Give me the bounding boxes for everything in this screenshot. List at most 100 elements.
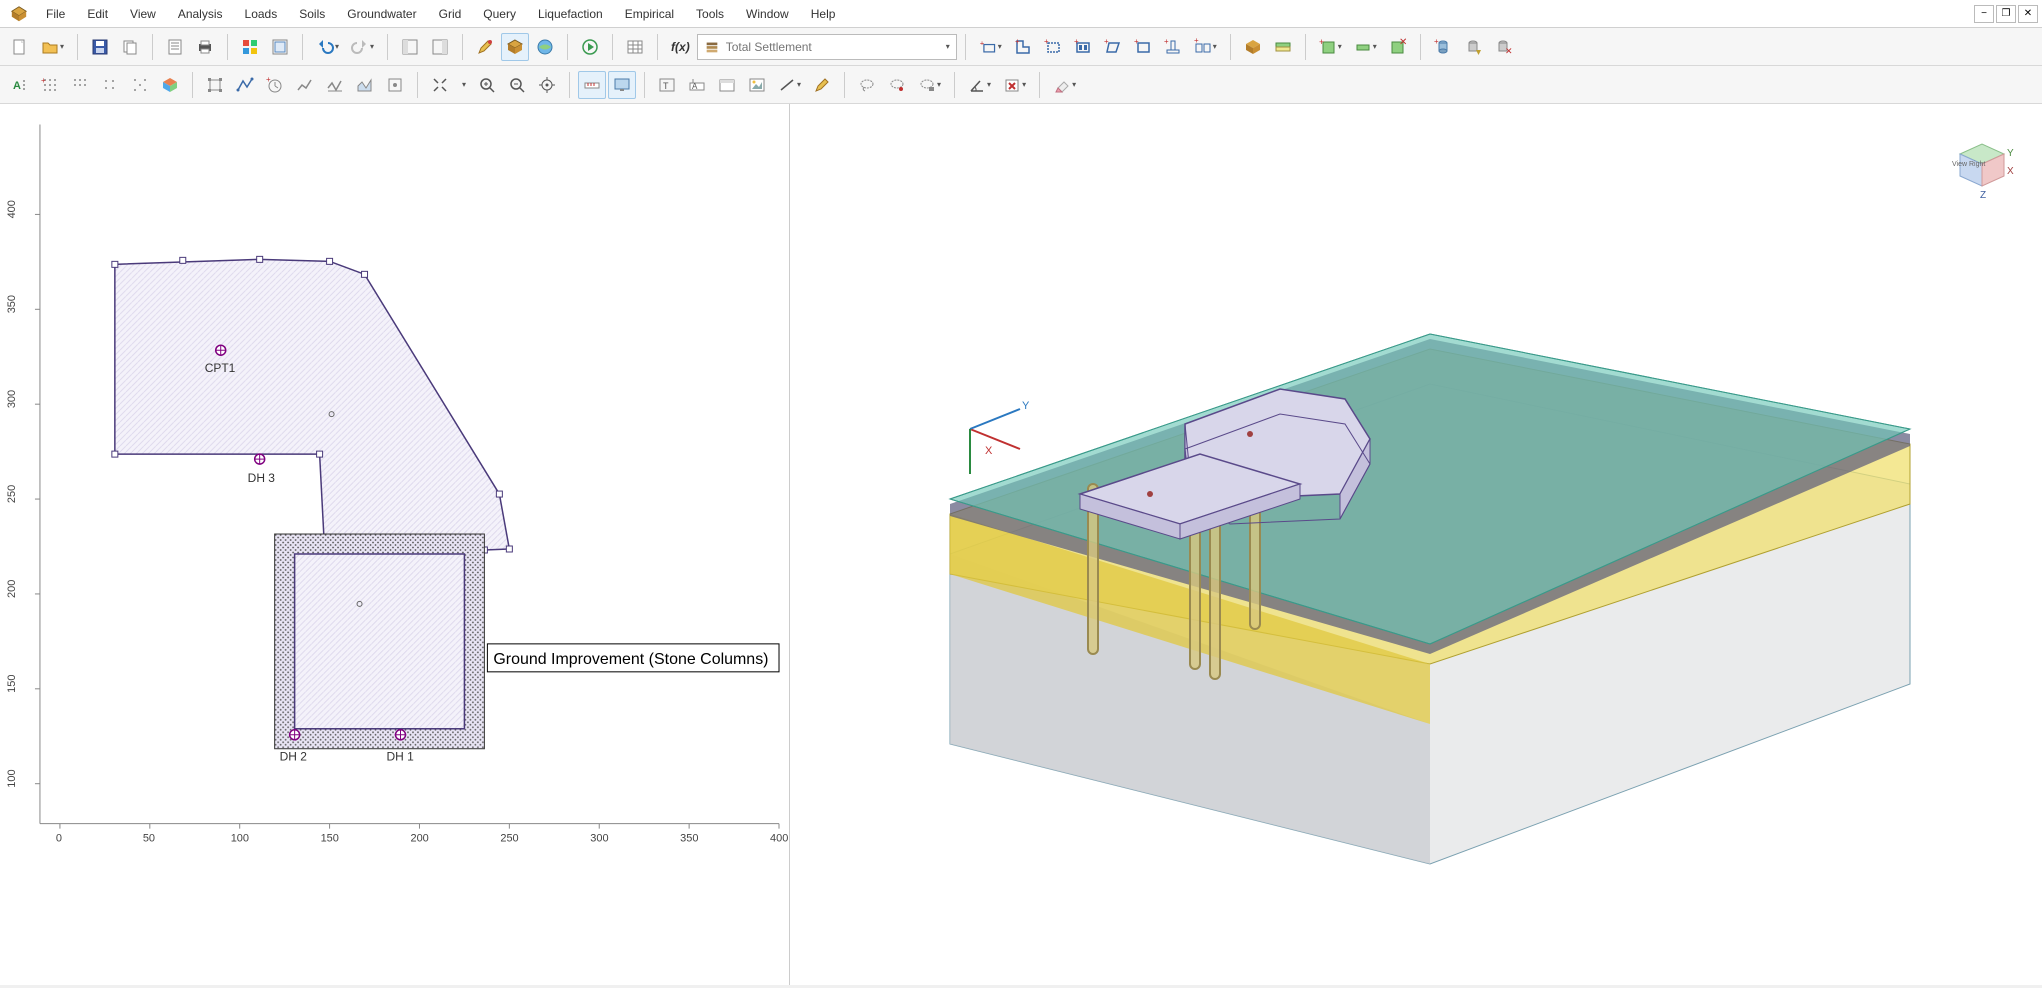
- fit-arrows-button[interactable]: [426, 71, 454, 99]
- cube-3d-colored-button[interactable]: [156, 71, 184, 99]
- menu-edit[interactable]: Edit: [77, 3, 118, 25]
- panel-right-button[interactable]: [426, 33, 454, 61]
- l-shape-button[interactable]: +: [1009, 33, 1037, 61]
- svg-text:A: A: [13, 80, 21, 92]
- close-button[interactable]: ✕: [2018, 5, 2038, 23]
- lasso-1-button[interactable]: [853, 71, 881, 99]
- rectangle-topleft-plus-button[interactable]: +▾: [974, 33, 1007, 61]
- load-polygon[interactable]: [115, 259, 510, 550]
- chart-line-1-button[interactable]: [291, 71, 319, 99]
- view-gizmo[interactable]: Y X Z View Right: [1952, 144, 2014, 201]
- trapezoid-button[interactable]: +: [1099, 33, 1127, 61]
- edit-pencil-button[interactable]: [808, 71, 836, 99]
- layer-green-button[interactable]: [1269, 33, 1297, 61]
- calendar-button[interactable]: [713, 71, 741, 99]
- menu-liquefaction[interactable]: Liquefaction: [528, 3, 613, 25]
- view-3d-pane[interactable]: Y X Z View Right: [790, 104, 2042, 985]
- grid-dots-1-button[interactable]: +: [36, 71, 64, 99]
- borehole-dh3[interactable]: DH 3: [248, 454, 276, 485]
- cylinder-triangle-button[interactable]: [1459, 33, 1487, 61]
- display-options-button[interactable]: [266, 33, 294, 61]
- column-footer-button[interactable]: +: [1159, 33, 1187, 61]
- table-button[interactable]: [621, 33, 649, 61]
- menu-analysis[interactable]: Analysis: [168, 3, 233, 25]
- restore-button[interactable]: ❐: [1996, 5, 2016, 23]
- menu-help[interactable]: Help: [801, 3, 846, 25]
- menu-groundwater[interactable]: Groundwater: [337, 3, 426, 25]
- grid-a-button[interactable]: A: [6, 71, 34, 99]
- rect-children-button[interactable]: +: [1069, 33, 1097, 61]
- green-square-delete-button[interactable]: ✕: [1384, 33, 1412, 61]
- zoom-out-button[interactable]: [503, 71, 531, 99]
- menu-empirical[interactable]: Empirical: [615, 3, 684, 25]
- zoom-in-button[interactable]: [473, 71, 501, 99]
- rect-handles-button[interactable]: [201, 71, 229, 99]
- multi-rect-button[interactable]: +▾: [1189, 33, 1222, 61]
- menu-view[interactable]: View: [120, 3, 166, 25]
- plan-view-pane[interactable]: 100 150 200 250 300 350 400 0 50 100 150…: [0, 104, 790, 985]
- cylinder-delete-button[interactable]: ✕: [1489, 33, 1517, 61]
- screen-button[interactable]: [608, 71, 636, 99]
- redo-button[interactable]: ▾: [346, 33, 379, 61]
- copy-button[interactable]: [116, 33, 144, 61]
- rect-dash-plus-button[interactable]: +: [1039, 33, 1067, 61]
- save-button[interactable]: [86, 33, 114, 61]
- chart-area-button[interactable]: [351, 71, 379, 99]
- globe-icon[interactable]: [531, 33, 559, 61]
- lasso-3-button[interactable]: ▾: [913, 71, 946, 99]
- cube-small-icon[interactable]: [501, 33, 529, 61]
- undo-button[interactable]: ▾: [311, 33, 344, 61]
- extent-button[interactable]: [381, 71, 409, 99]
- line-tool-button[interactable]: ▾: [773, 71, 806, 99]
- result-type-combo[interactable]: ▾: [697, 34, 957, 60]
- result-type-input[interactable]: [726, 40, 939, 54]
- clock-plus-button[interactable]: +: [261, 71, 289, 99]
- open-file-button[interactable]: ▾: [36, 33, 69, 61]
- grid-dots-4-button[interactable]: [126, 71, 154, 99]
- pencil-red-button[interactable]: [471, 33, 499, 61]
- rect-plain-plus-button[interactable]: +: [1129, 33, 1157, 61]
- menu-tools[interactable]: Tools: [686, 3, 734, 25]
- text-label-button[interactable]: A: [683, 71, 711, 99]
- minimize-button[interactable]: −: [1974, 5, 1994, 23]
- chevron-down-icon: ▾: [946, 42, 950, 51]
- svg-text:250: 250: [6, 485, 18, 503]
- menu-grid[interactable]: Grid: [429, 3, 472, 25]
- angle-measure-button[interactable]: ▾: [963, 71, 996, 99]
- menu-loads[interactable]: Loads: [235, 3, 288, 25]
- menu-query[interactable]: Query: [473, 3, 526, 25]
- green-bar-button[interactable]: ▾: [1349, 33, 1382, 61]
- color-palette-button[interactable]: [236, 33, 264, 61]
- eraser-button[interactable]: ▾: [1048, 71, 1081, 99]
- plan-svg[interactable]: 100 150 200 250 300 350 400 0 50 100 150…: [0, 104, 789, 985]
- polyline-button[interactable]: [231, 71, 259, 99]
- soil-block-3d[interactable]: X Y: [950, 334, 1910, 864]
- text-frame-button[interactable]: T: [653, 71, 681, 99]
- svg-text:+: +: [1044, 38, 1049, 46]
- ruler-scale-button[interactable]: [578, 71, 606, 99]
- green-square-plus-button[interactable]: +▾: [1314, 33, 1347, 61]
- report-button[interactable]: [161, 33, 189, 61]
- chart-line-2-button[interactable]: [321, 71, 349, 99]
- grid-dots-2-button[interactable]: [66, 71, 94, 99]
- new-file-button[interactable]: [6, 33, 34, 61]
- print-button[interactable]: [191, 33, 219, 61]
- image-button[interactable]: [743, 71, 771, 99]
- delete-x-button[interactable]: ▾: [998, 71, 1031, 99]
- zoom-target-button[interactable]: [533, 71, 561, 99]
- run-button[interactable]: [576, 33, 604, 61]
- menu-window[interactable]: Window: [736, 3, 799, 25]
- soil-cube-button[interactable]: [1239, 33, 1267, 61]
- grid-dots-3-button[interactable]: [96, 71, 124, 99]
- cylinder-add-button[interactable]: +: [1429, 33, 1457, 61]
- panel-left-button[interactable]: [396, 33, 424, 61]
- ground-improvement-inner[interactable]: [295, 554, 465, 729]
- svg-text:✕: ✕: [1505, 46, 1512, 56]
- fx-button[interactable]: f(x): [666, 33, 695, 61]
- view3d-svg[interactable]: Y X Z View Right: [790, 104, 2042, 985]
- zoom-dropdown-button[interactable]: ▾: [456, 71, 471, 99]
- lasso-2-button[interactable]: [883, 71, 911, 99]
- menu-soils[interactable]: Soils: [289, 3, 335, 25]
- origin-axes: X Y: [970, 400, 1030, 474]
- menu-file[interactable]: File: [36, 3, 75, 25]
